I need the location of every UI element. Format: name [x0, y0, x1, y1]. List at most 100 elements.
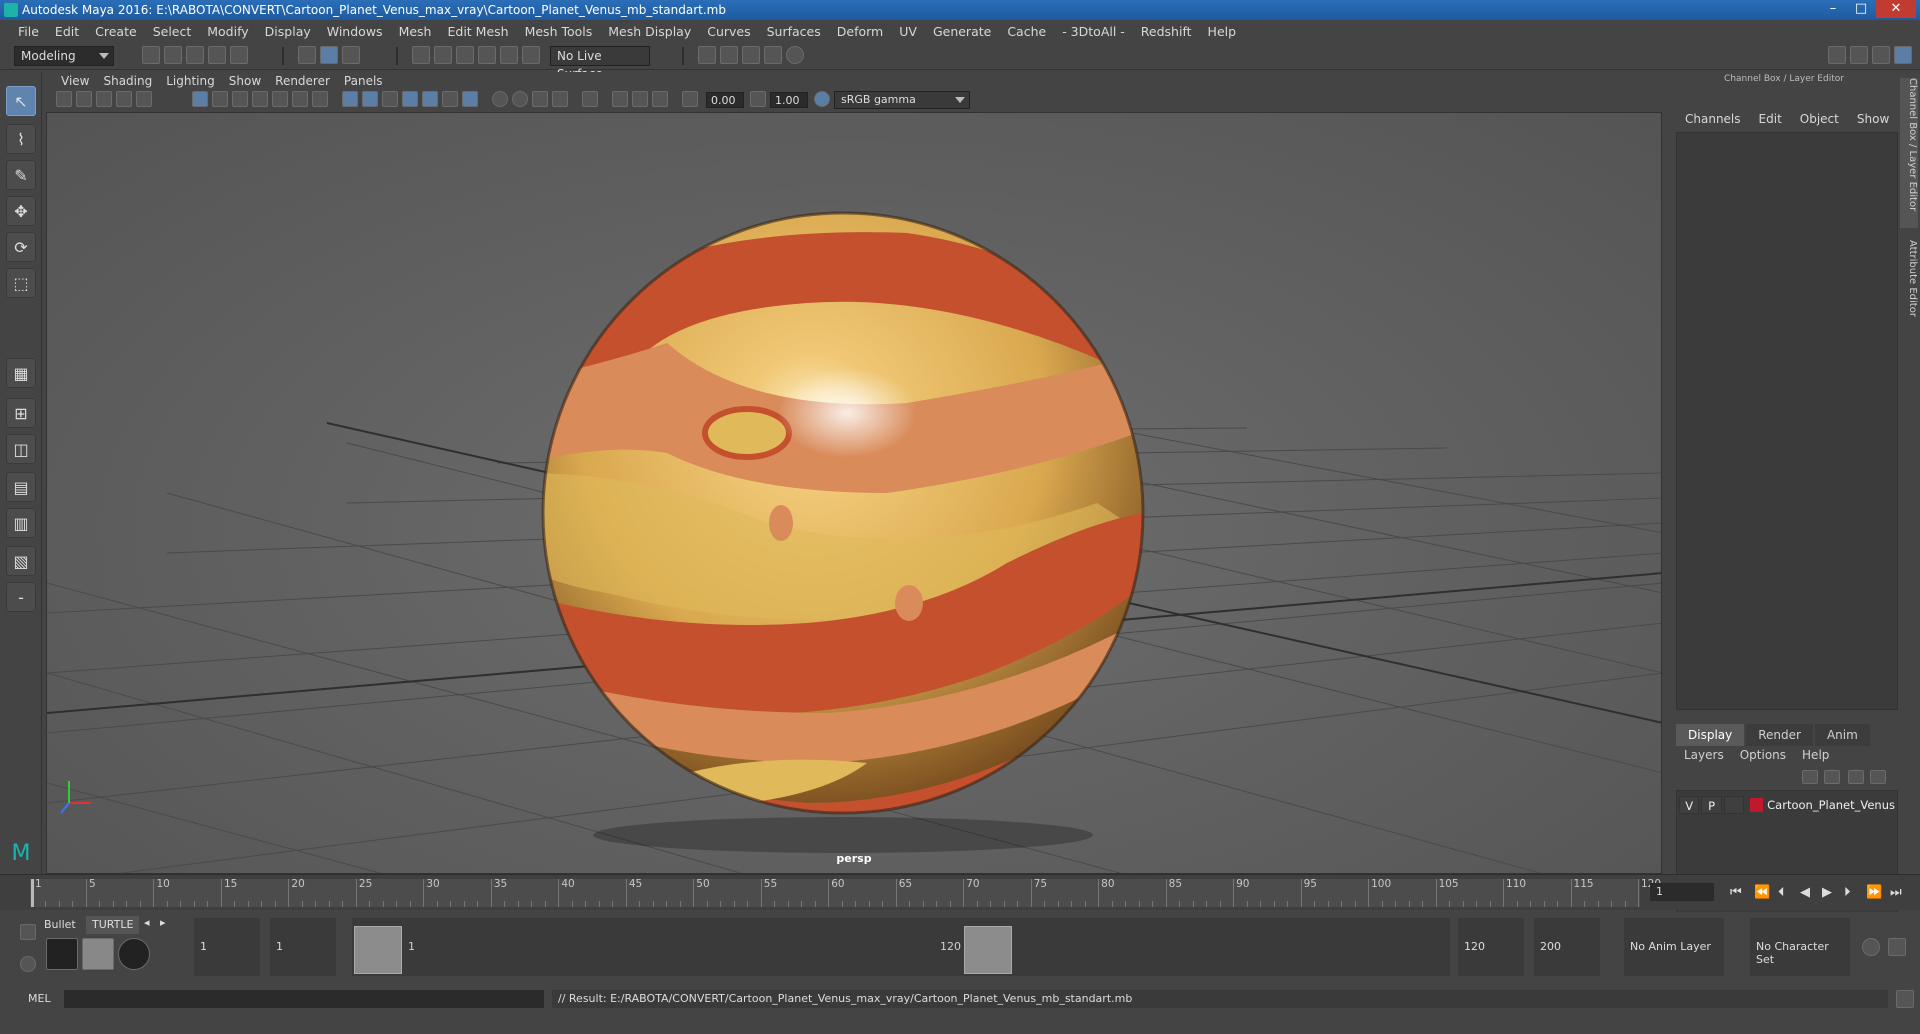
layout-two-icon[interactable]: ◫ [6, 434, 36, 464]
command-input[interactable] [64, 990, 544, 1008]
channel-menu-show[interactable]: Show [1848, 112, 1898, 130]
snap-view-plane-icon[interactable] [478, 46, 496, 64]
scale-tool-icon[interactable]: ⬚ [6, 268, 36, 298]
camera-lock-icon[interactable] [76, 91, 92, 107]
gate-mask-icon[interactable] [252, 91, 268, 107]
select-tool-icon[interactable]: ↖ [6, 86, 36, 116]
menu-windows[interactable]: Windows [319, 24, 391, 39]
tab-render[interactable]: Render [1746, 724, 1813, 746]
default-material-icon[interactable] [382, 91, 398, 107]
side-tab-channel-box[interactable]: Channel Box / Layer Editor [1900, 78, 1918, 228]
channel-menu-object[interactable]: Object [1791, 112, 1848, 130]
lasso-tool-icon[interactable]: ⌇ [6, 124, 36, 154]
vp-menu-renderer[interactable]: Renderer [268, 74, 337, 88]
layer-playback-toggle[interactable]: P [1701, 796, 1722, 814]
shelf-menu-icon[interactable] [20, 924, 36, 940]
render-settings-icon[interactable] [764, 46, 782, 64]
side-tab-attribute-editor[interactable]: Attribute Editor [1900, 240, 1918, 340]
layout-custom-icon[interactable]: - [6, 582, 36, 612]
paint-select-tool-icon[interactable]: ✎ [6, 160, 36, 190]
current-time-marker[interactable] [31, 879, 34, 907]
shelf-settings-icon[interactable] [20, 956, 36, 972]
anim-layer-dropdown[interactable]: No Anim Layer [1624, 918, 1724, 976]
scene-start-field[interactable]: 1 [194, 918, 260, 976]
undo-icon[interactable] [208, 46, 226, 64]
open-scene-icon[interactable] [164, 46, 182, 64]
move-layer-down-icon[interactable] [1824, 770, 1840, 784]
rotate-tool-icon[interactable]: ⟳ [6, 232, 36, 262]
safe-title-icon[interactable] [312, 91, 328, 107]
camera-icon[interactable] [56, 91, 72, 107]
current-frame-field[interactable]: 1 [1650, 883, 1714, 901]
new-empty-layer-icon[interactable] [1848, 770, 1864, 784]
channel-menu-edit[interactable]: Edit [1750, 112, 1791, 130]
safe-action-icon[interactable] [292, 91, 308, 107]
color-management-icon[interactable] [814, 91, 830, 107]
shelf-tab-turtle[interactable]: TURTLE [86, 916, 140, 934]
menu-curves[interactable]: Curves [699, 24, 758, 39]
isolate-select-icon[interactable] [582, 91, 598, 107]
xray-active-icon[interactable] [632, 91, 648, 107]
layer-menu-layers[interactable]: Layers [1676, 748, 1732, 766]
vp-menu-shading[interactable]: Shading [96, 74, 159, 88]
menu-edit-mesh[interactable]: Edit Mesh [439, 24, 516, 39]
move-layer-up-icon[interactable] [1802, 770, 1818, 784]
antialiasing-icon[interactable] [532, 91, 548, 107]
attribute-editor-toggle-icon[interactable] [1850, 46, 1868, 64]
wireframe-icon[interactable] [342, 91, 358, 107]
range-bar[interactable]: 1 120 [352, 918, 1450, 976]
snap-curve-icon[interactable] [434, 46, 452, 64]
snap-point-icon[interactable] [456, 46, 474, 64]
turtle-bake-tool-icon[interactable] [82, 938, 114, 970]
layer-color-swatch[interactable] [1750, 798, 1764, 812]
menu-select[interactable]: Select [145, 24, 200, 39]
grid-toggle-icon[interactable] [192, 91, 208, 107]
vp-menu-panels[interactable]: Panels [337, 74, 390, 88]
step-forward-frame-icon[interactable]: ⏵ [1844, 885, 1851, 900]
script-editor-icon[interactable] [1896, 990, 1914, 1008]
vp-menu-view[interactable]: View [54, 74, 96, 88]
film-gate-icon[interactable] [212, 91, 228, 107]
select-by-component-icon[interactable] [342, 46, 360, 64]
channel-box-area[interactable] [1676, 132, 1898, 710]
modeling-toolkit-icon[interactable] [1828, 46, 1846, 64]
vp-menu-show[interactable]: Show [222, 74, 268, 88]
layer-row[interactable]: V P Cartoon_Planet_Venus [1679, 795, 1895, 815]
menu-redshift[interactable]: Redshift [1133, 24, 1200, 39]
step-forward-key-icon[interactable]: ⏩ [1866, 885, 1882, 900]
bullet-shelf-tool-icon[interactable] [46, 938, 78, 970]
close-button[interactable]: ✕ [1876, 0, 1916, 18]
resolution-gate-icon[interactable] [232, 91, 248, 107]
use-lights-icon[interactable] [442, 91, 458, 107]
minimize-button[interactable]: – [1820, 0, 1846, 18]
menu-edit[interactable]: Edit [47, 24, 87, 39]
redo-icon[interactable] [230, 46, 248, 64]
render-view-icon[interactable] [698, 46, 716, 64]
go-to-end-icon[interactable]: ⏭ [1890, 885, 1902, 900]
tab-display[interactable]: Display [1676, 724, 1745, 746]
layout-outliner-icon[interactable]: ▤ [6, 472, 36, 502]
menu-generate[interactable]: Generate [925, 24, 999, 39]
xray-icon[interactable] [422, 91, 438, 107]
ipr-render-icon[interactable] [742, 46, 760, 64]
layer-visibility-toggle[interactable]: V [1679, 796, 1700, 814]
select-by-object-icon[interactable] [320, 46, 338, 64]
channel-menu-channels[interactable]: Channels [1676, 112, 1750, 130]
snap-grid-icon[interactable] [412, 46, 430, 64]
layout-single-icon[interactable]: ▦ [6, 358, 36, 388]
smooth-shade-icon[interactable] [362, 91, 378, 107]
layer-menu-help[interactable]: Help [1794, 748, 1837, 766]
menu-uv[interactable]: UV [891, 24, 925, 39]
depth-of-field-icon[interactable] [552, 91, 568, 107]
gamma-field[interactable]: 1.00 [770, 92, 808, 108]
character-set-dropdown[interactable]: No Character Set [1750, 918, 1850, 976]
new-layer-selected-icon[interactable] [1870, 770, 1886, 784]
menu-display[interactable]: Display [257, 24, 319, 39]
go-to-start-icon[interactable]: ⏮ [1730, 885, 1742, 900]
play-forwards-icon[interactable]: ▶ [1822, 885, 1832, 900]
new-scene-icon[interactable] [142, 46, 160, 64]
menu-deform[interactable]: Deform [829, 24, 891, 39]
tab-anim[interactable]: Anim [1814, 724, 1870, 746]
image-plane-icon[interactable] [116, 91, 132, 107]
material-sphere-icon[interactable] [118, 938, 150, 970]
